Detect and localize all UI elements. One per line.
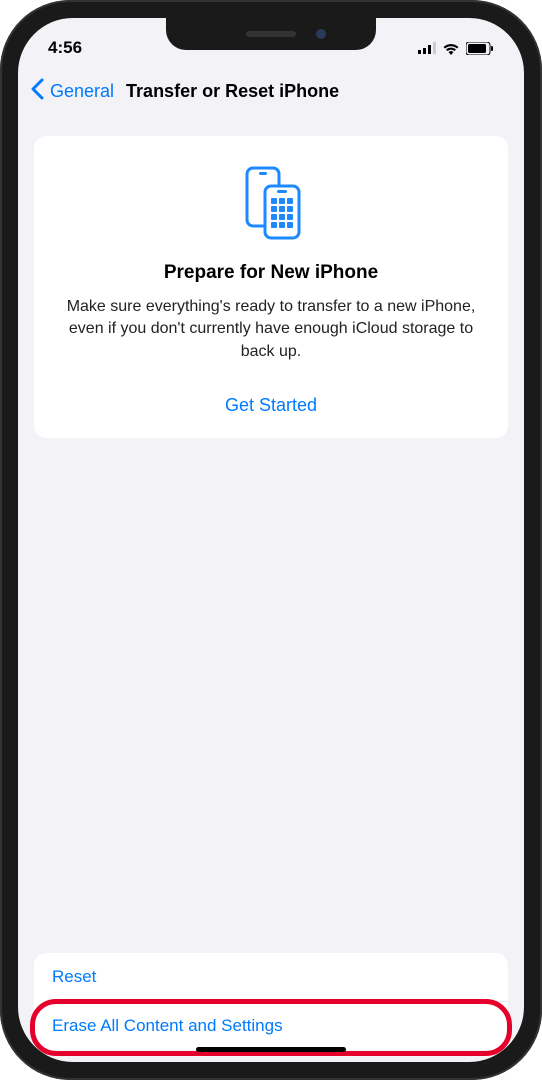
wifi-icon: [442, 42, 460, 55]
erase-all-button[interactable]: Erase All Content and Settings: [34, 1002, 508, 1050]
devices-transfer-icon: [231, 162, 311, 242]
prepare-card: Prepare for New iPhone Make sure everyth…: [34, 136, 508, 438]
status-time: 4:56: [48, 38, 82, 58]
page-title: Transfer or Reset iPhone: [126, 81, 339, 102]
card-description: Make sure everything's ready to transfer…: [54, 296, 488, 363]
nav-bar: General Transfer or Reset iPhone: [18, 66, 524, 116]
reset-button[interactable]: Reset: [34, 953, 508, 1001]
card-title: Prepare for New iPhone: [54, 262, 488, 284]
back-chevron-icon[interactable]: [28, 76, 46, 107]
content-area: Prepare for New iPhone Make sure everyth…: [18, 116, 524, 1062]
get-started-button[interactable]: Get Started: [54, 395, 488, 416]
reset-options-group: Reset Erase All Content and Settings: [34, 953, 508, 1050]
screen: 4:56 General Transfer or Reset iPhone: [18, 18, 524, 1062]
back-button-label[interactable]: General: [50, 81, 114, 102]
home-indicator[interactable]: [196, 1047, 346, 1052]
phone-frame: 4:56 General Transfer or Reset iPhone: [0, 0, 542, 1080]
battery-icon: [466, 42, 494, 55]
notch: [166, 18, 376, 50]
cellular-signal-icon: [418, 42, 436, 54]
